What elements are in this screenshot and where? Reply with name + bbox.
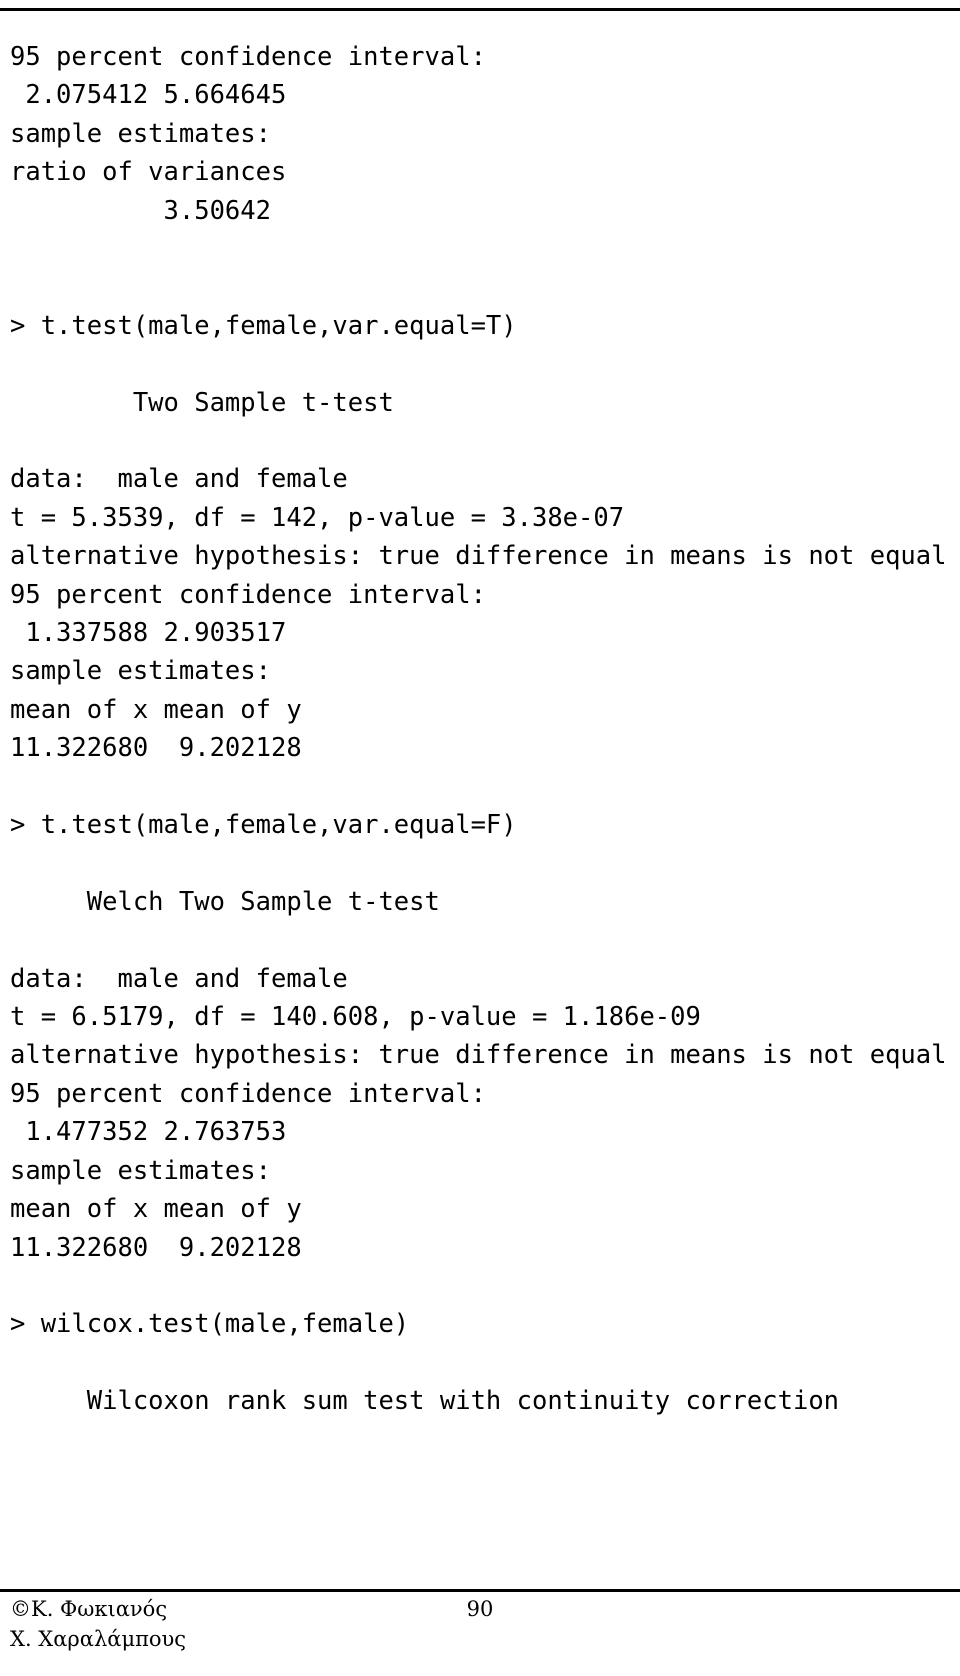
header-rule xyxy=(0,8,960,11)
page-footer: ©Κ. Φωκιανός Χ. Χαραλάμπους 90 xyxy=(0,1592,960,1670)
document-page: 95 percent confidence interval: 2.075412… xyxy=(0,0,960,1676)
command-wilcox-test: > wilcox.test(male,female) xyxy=(10,1309,410,1340)
command-t-test-var-equal-false: > t.test(male,female,var.equal=F) xyxy=(10,810,517,841)
two-sample-t-test-output: Two Sample t-test data: male and female … xyxy=(10,387,947,764)
command-t-test-var-equal-true: > t.test(male,female,var.equal=T) xyxy=(10,310,517,341)
welch-two-sample-t-test-output: Welch Two Sample t-test data: male and f… xyxy=(10,886,947,1263)
page-content: 95 percent confidence interval: 2.075412… xyxy=(10,38,950,1421)
footer-page-number: 90 xyxy=(466,1597,494,1621)
var-test-tail: 95 percent confidence interval: 2.075412… xyxy=(10,42,486,226)
wilcoxon-test-heading: Wilcoxon rank sum test with continuity c… xyxy=(10,1386,840,1417)
